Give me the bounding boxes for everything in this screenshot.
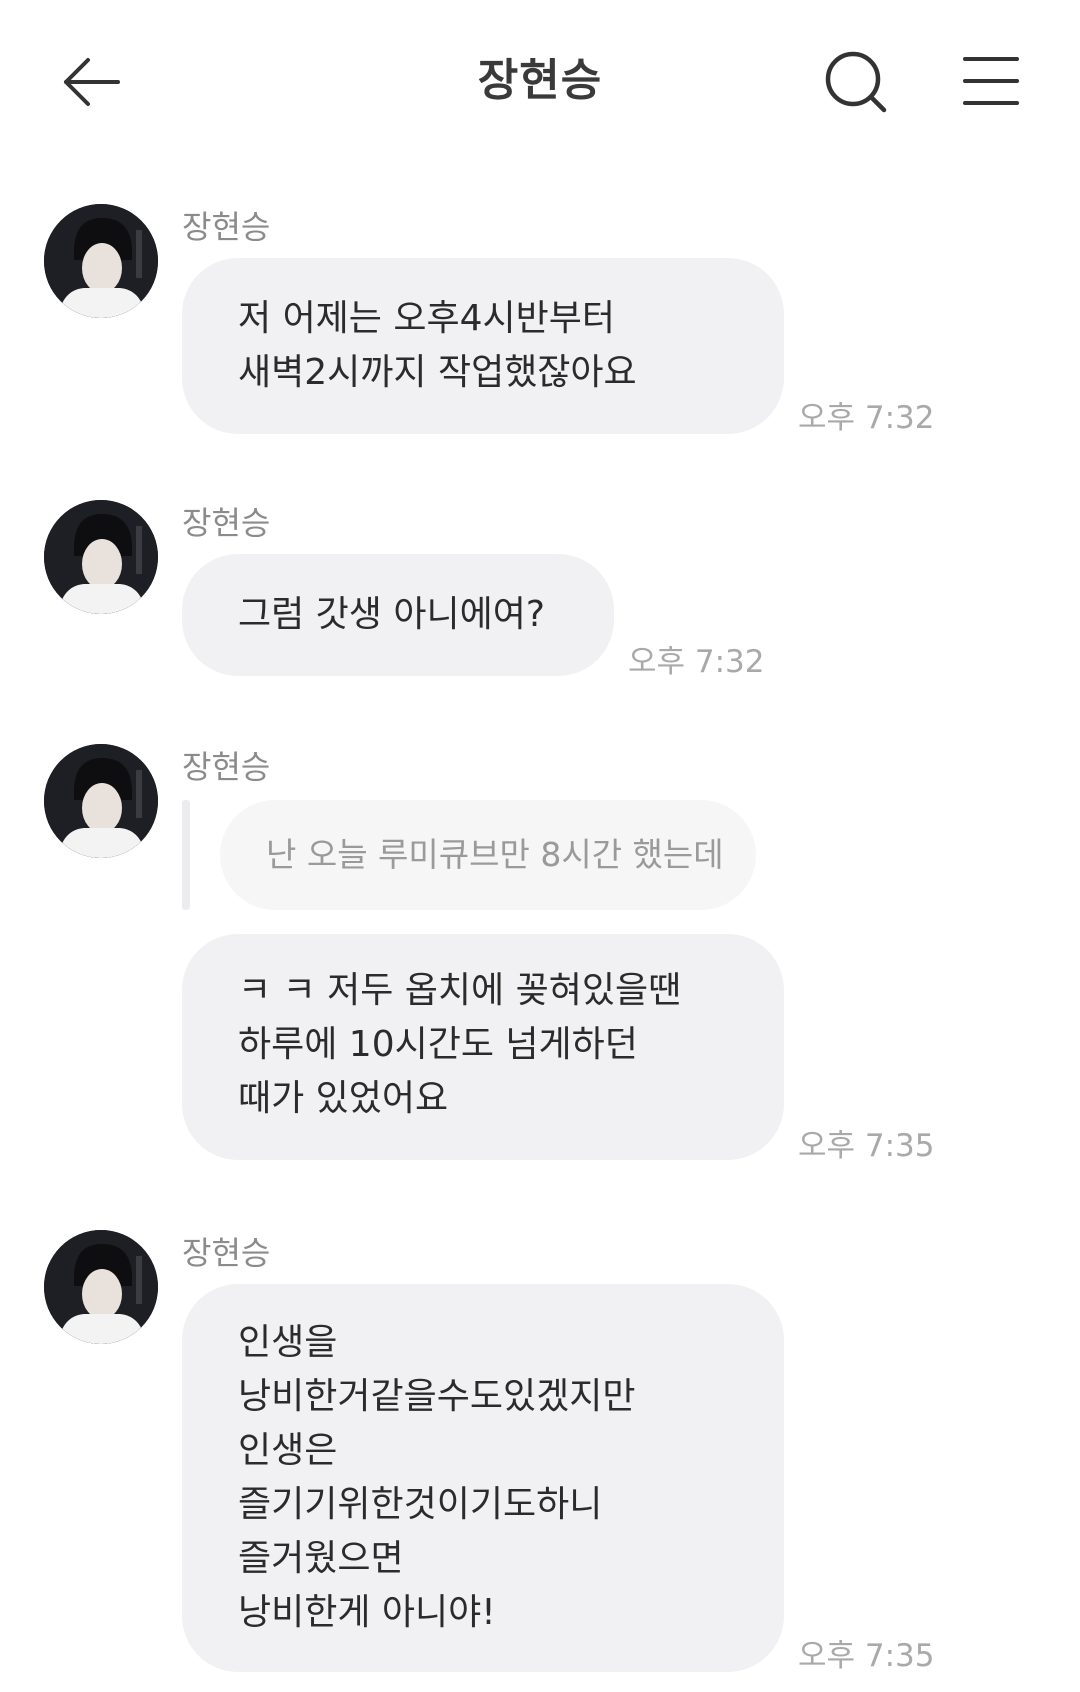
avatar[interactable] [44,1230,158,1344]
message-text: 즐거웠으면 [238,1538,404,1579]
reply-indicator [182,800,190,910]
page-title: 장현승 [477,55,603,106]
message-bubble[interactable]: 저 어제는 오후4시반부터 새벽2시까지 작업했잖아요 [182,258,784,434]
reply-quote[interactable]: 난 오늘 루미큐브만 8시간 했는데 [220,800,756,910]
message-bubble[interactable]: 그럼 갓생 아니에여? [182,554,614,676]
profile-photo-icon [44,744,158,858]
message-text: 낭비한거같을수도있겠지만 [238,1376,636,1417]
message-text: 저 어제는 오후4시반부터 [238,298,615,339]
chat-header: 장현승 [0,0,1080,160]
message-text: 때가 있었어요 [238,1078,449,1119]
hamburger-menu-icon [963,57,1019,105]
message-text: 하루에 10시간도 넘게하던 [238,1024,638,1065]
message-text: 즐기기위한것이기도하니 [238,1484,603,1525]
search-button[interactable] [822,48,890,116]
sender-name: 장현승 [182,504,271,542]
message-text: 인생은 [238,1430,338,1471]
profile-photo-icon [44,204,158,318]
profile-photo-icon [44,500,158,614]
avatar[interactable] [44,744,158,858]
avatar[interactable] [44,204,158,318]
message-text: ㅋ ㅋ 저두 옵치에 꽂혀있을땐 [238,970,682,1011]
message-text: 그럼 갓생 아니에여? [238,594,545,635]
sender-name: 장현승 [182,748,271,786]
avatar[interactable] [44,500,158,614]
timestamp: 오후 7:35 [798,1128,935,1164]
menu-button[interactable] [962,54,1020,108]
timestamp: 오후 7:32 [628,644,765,680]
message-text: 낭비한게 아니야! [238,1592,496,1633]
message-bubble[interactable]: 인생을 낭비한거같을수도있겠지만 인생은 즐기기위한것이기도하니 즐거웠으면 낭… [182,1284,784,1672]
timestamp: 오후 7:32 [798,400,935,436]
timestamp: 오후 7:35 [798,1638,935,1674]
message-text: 새벽2시까지 작업했잖아요 [238,352,637,393]
sender-name: 장현승 [182,1234,271,1272]
message-bubble[interactable]: ㅋ ㅋ 저두 옵치에 꽂혀있을땐 하루에 10시간도 넘게하던 때가 있었어요 [182,934,784,1160]
search-icon [825,51,887,113]
message-text: 인생을 [238,1322,338,1363]
sender-name: 장현승 [182,208,271,246]
profile-photo-icon [44,1230,158,1344]
